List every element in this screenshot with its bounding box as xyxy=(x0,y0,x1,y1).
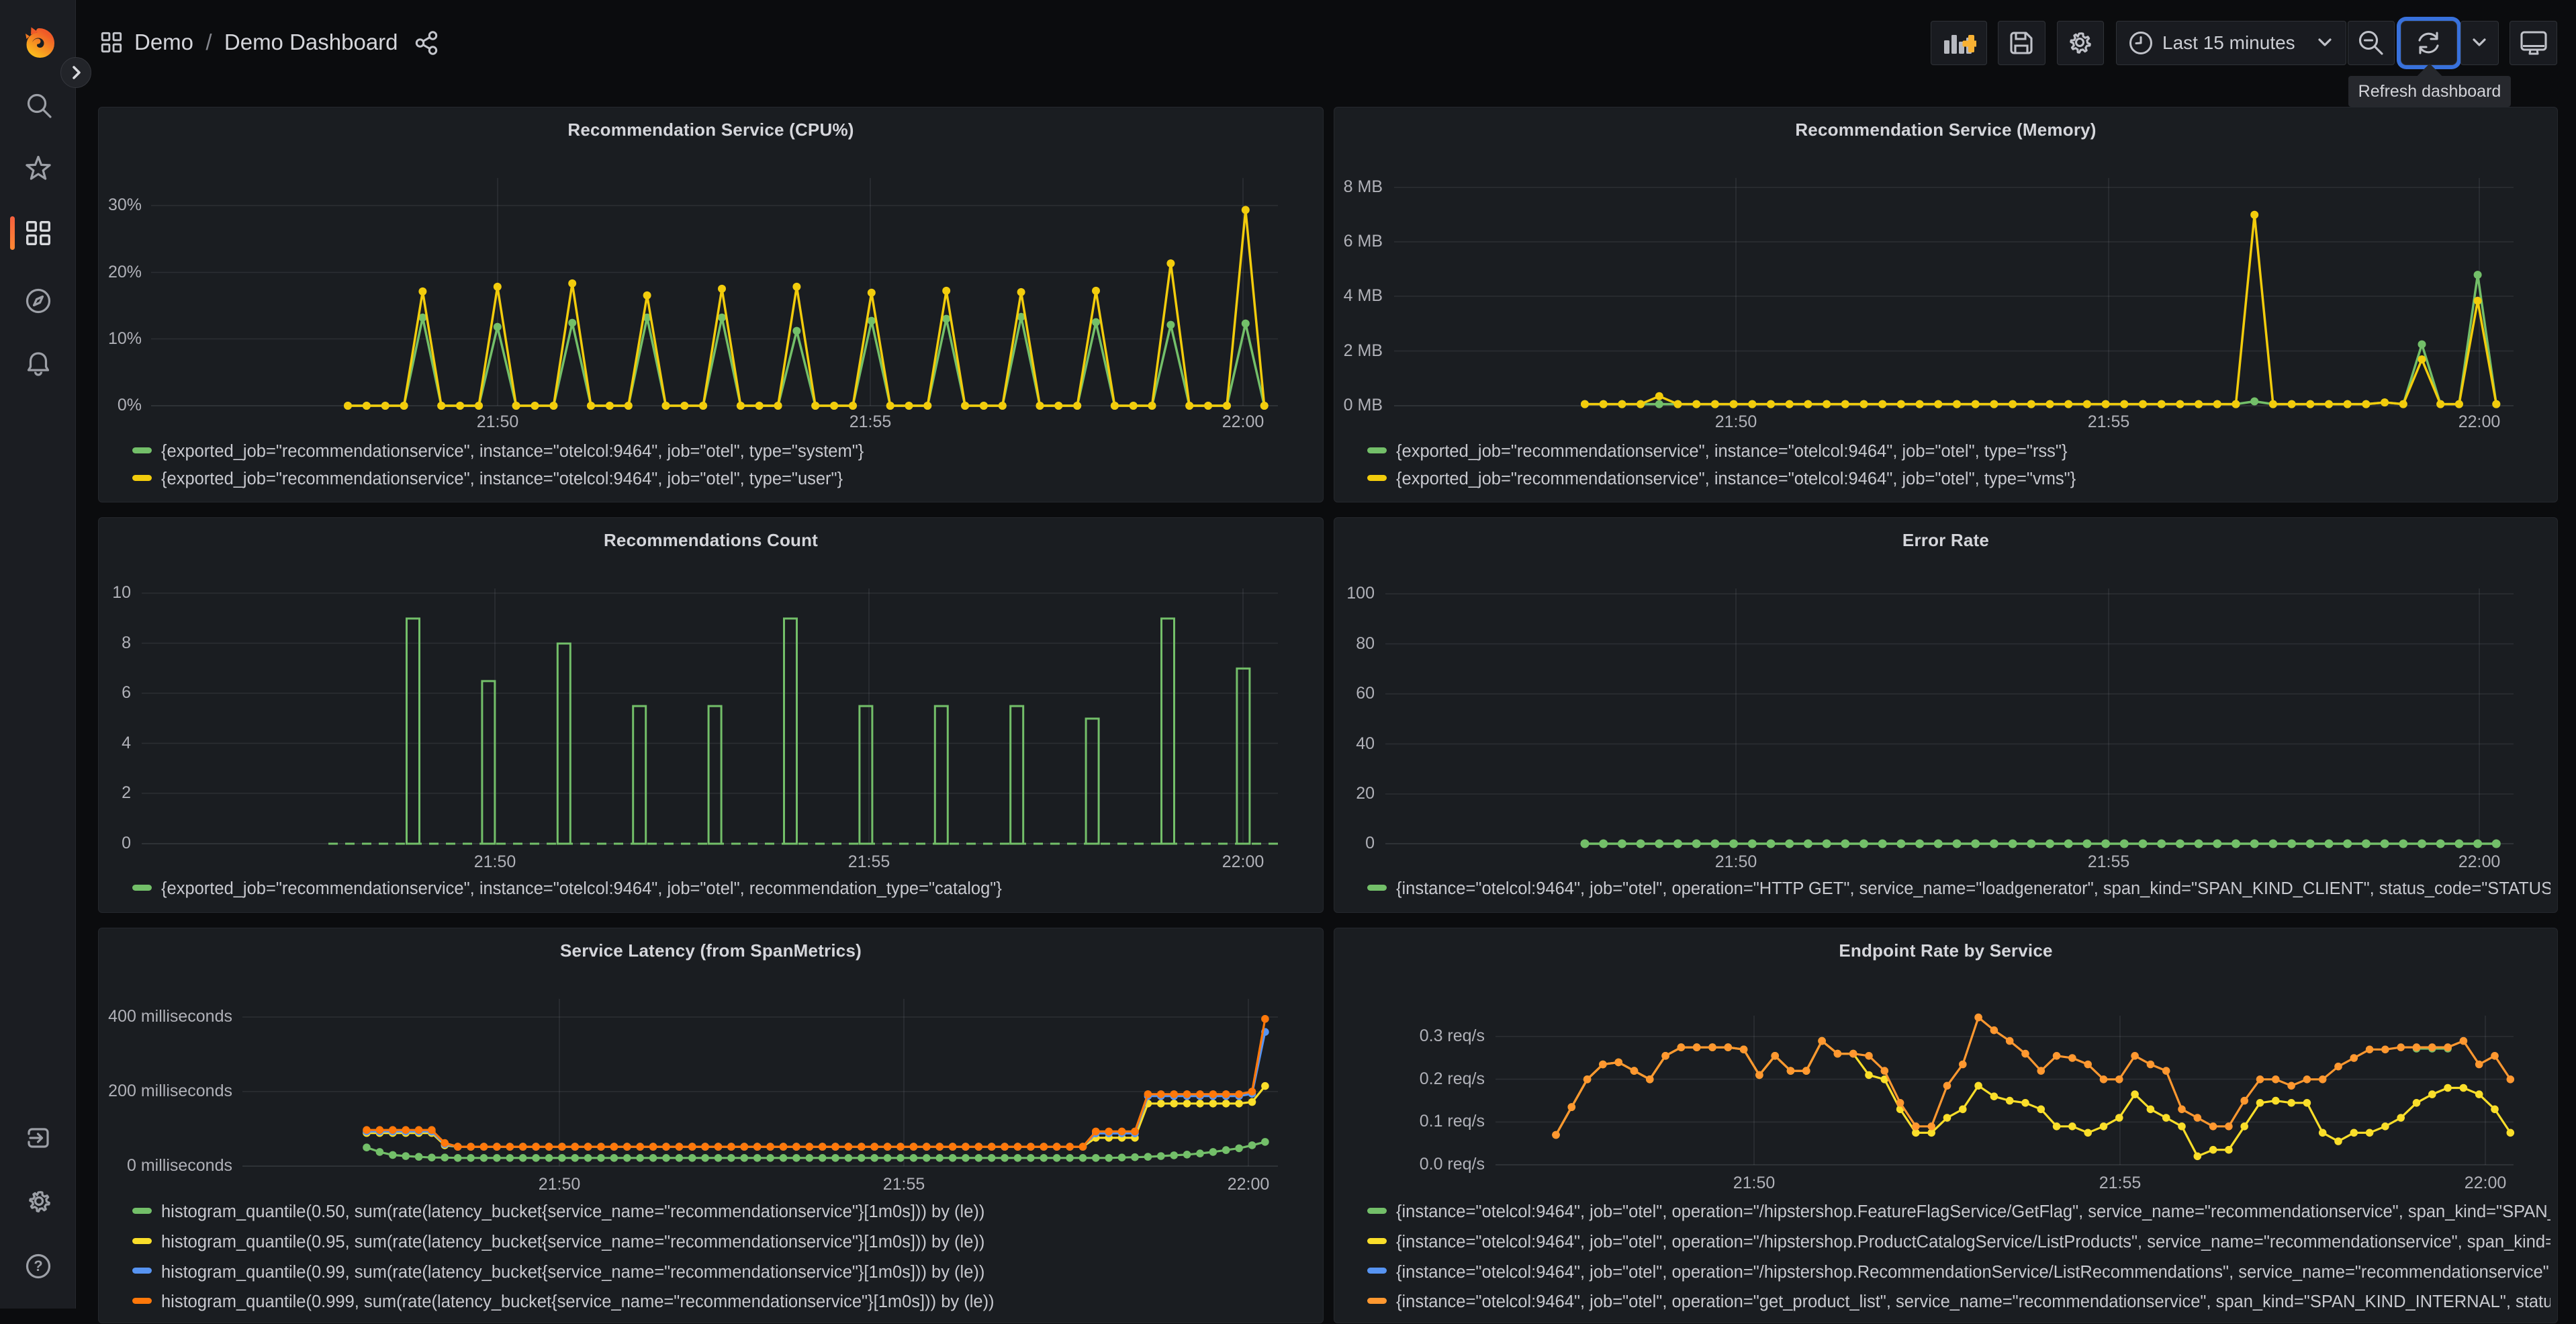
svg-text:?: ? xyxy=(34,1257,42,1274)
